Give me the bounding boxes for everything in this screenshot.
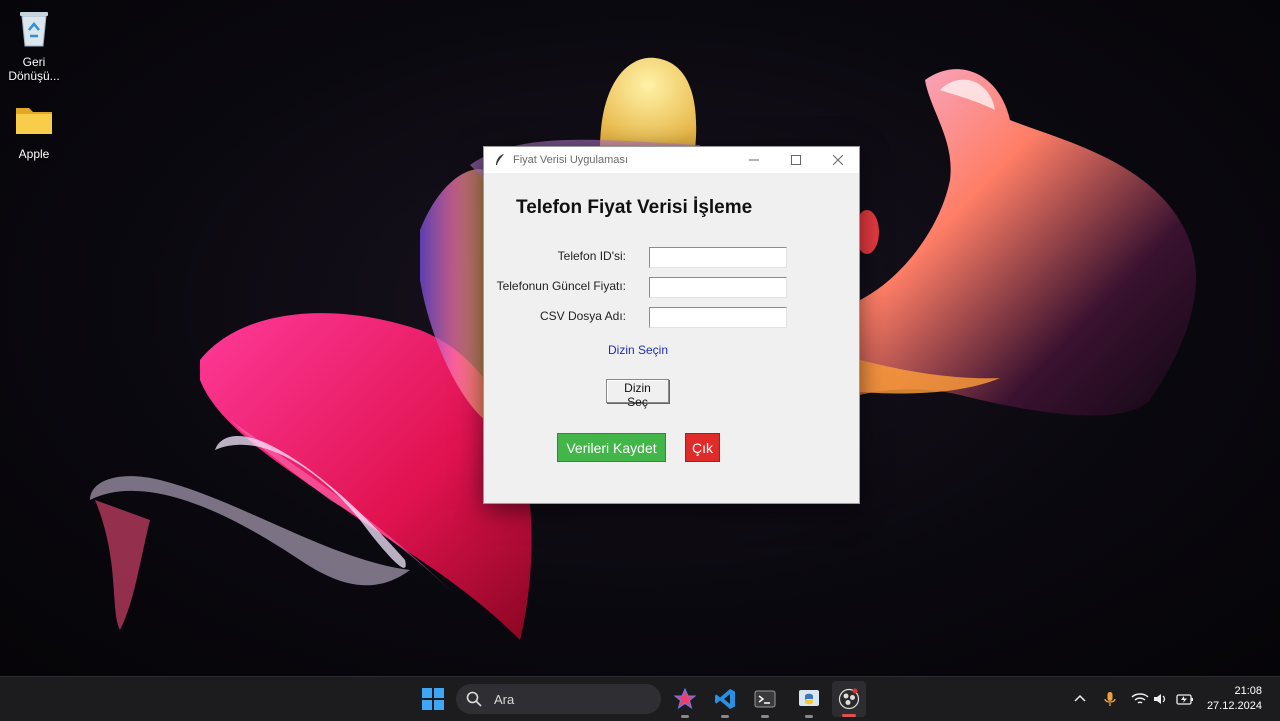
clock-time: 21:08 [1234,685,1262,697]
start-button[interactable] [416,677,450,721]
folder-icon [16,108,52,134]
close-button[interactable] [817,147,859,173]
microphone-icon[interactable] [1101,690,1119,708]
windows-logo-icon [422,688,444,710]
minimize-icon [749,159,759,161]
select-directory-button[interactable]: Dizin Seç [606,379,669,409]
app-running-indicator [761,715,769,718]
app-active-indicator [842,714,856,717]
search-icon [466,691,482,707]
csv-filename-input[interactable] [649,307,787,328]
current-price-input[interactable] [649,277,787,298]
volume-icon[interactable] [1152,690,1170,708]
maximize-icon [791,155,801,165]
desktop-icon-label: Geri Dönüşü... [8,55,60,83]
feather-icon [496,154,504,165]
save-data-button[interactable]: Verileri Kaydet [557,433,666,462]
desktop-icon-folder-apple[interactable]: Apple [0,100,68,161]
page-title: Telefon Fiyat Verisi İşleme [516,197,753,218]
desktop-icon-label: Apple [18,147,50,161]
taskbar-app-vscode[interactable] [708,677,742,721]
taskbar-clock[interactable]: 21:08 27.12.2024 [1207,684,1262,714]
close-icon [833,155,843,165]
wifi-icon[interactable] [1131,690,1149,708]
python-idle-icon [799,690,819,706]
desktop-icon-recycle-bin[interactable]: Geri Dönüşü... [0,8,68,83]
taskbar-app-browser[interactable] [668,677,702,721]
taskbar-search[interactable]: Ara [456,684,661,714]
chevron-up-icon[interactable] [1071,690,1089,708]
recycle-bin-icon [20,12,48,47]
window-titlebar[interactable]: Fiyat Verisi Uygulaması [484,147,859,173]
window-title: Fiyat Verisi Uygulaması [513,154,628,166]
maximize-button[interactable] [775,147,817,173]
terminal-icon [754,690,776,708]
app-running-indicator [805,715,813,718]
star-app-icon [674,688,696,710]
app-running-indicator [721,715,729,718]
taskbar-app-python[interactable] [792,677,826,721]
app-running-indicator [681,715,689,718]
app-window: Fiyat Verisi Uygulaması Telefon Fiyat Ve… [483,146,860,504]
obs-recorder-icon [838,688,860,710]
csv-filename-label: CSV Dosya Adı: [539,309,626,323]
directory-status-label: Dizin Seçin [608,343,669,357]
current-price-label: Telefonun Güncel Fiyatı: [496,279,626,293]
clock-date: 27.12.2024 [1206,700,1262,712]
vscode-icon [715,689,735,709]
exit-button[interactable]: Çık [685,433,720,462]
taskbar: Ara 21:08 27.12.2024 [0,676,1280,721]
taskbar-app-terminal[interactable] [748,677,782,721]
phone-id-label: Telefon ID'si: [557,249,626,263]
battery-charging-icon[interactable] [1176,690,1194,708]
taskbar-app-obs[interactable] [832,681,866,717]
minimize-button[interactable] [733,147,775,173]
search-placeholder: Ara [494,691,515,707]
phone-id-input[interactable] [649,247,787,268]
